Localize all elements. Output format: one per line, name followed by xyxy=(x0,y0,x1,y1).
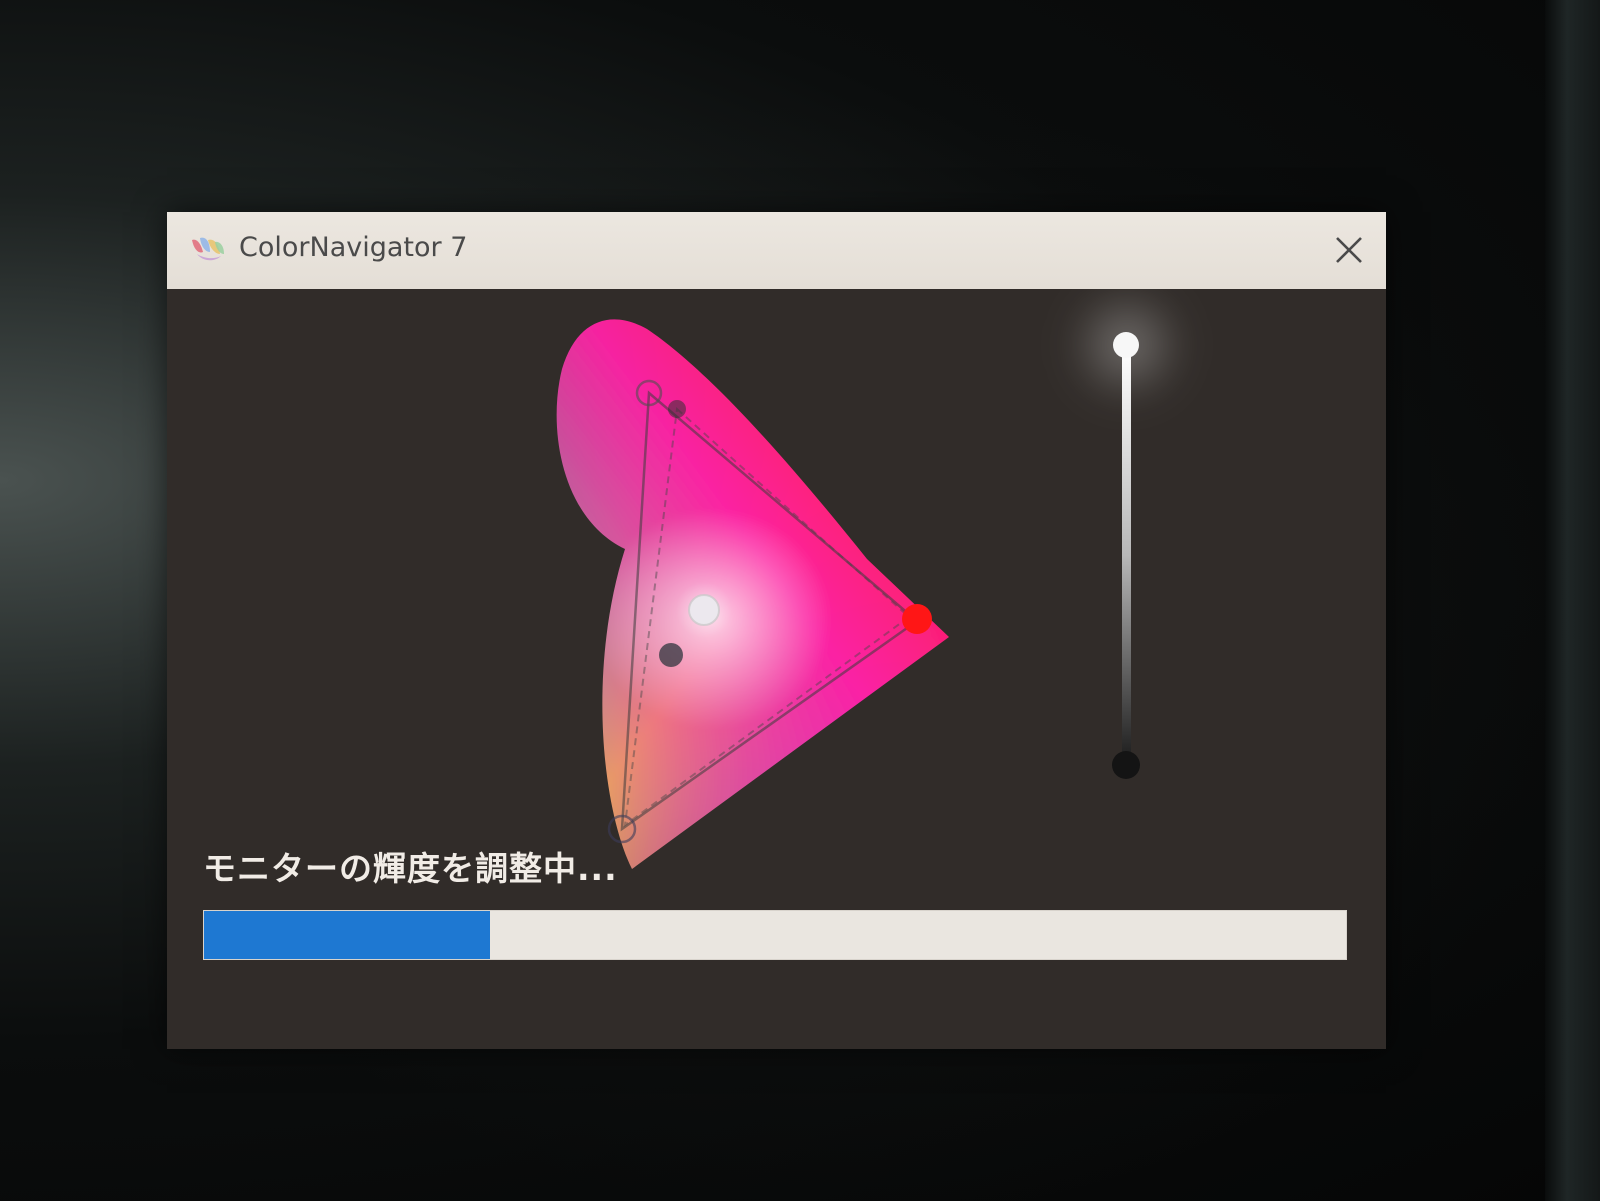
colornavigator-app-icon xyxy=(192,237,224,261)
status-text: モニターの輝度を調整中... xyxy=(203,849,618,888)
luminance-min-marker xyxy=(1112,751,1140,779)
cie-chromaticity-diagram xyxy=(556,319,949,870)
green-target-marker xyxy=(668,400,686,418)
luminance-indicator xyxy=(1067,289,1187,779)
white-point-marker xyxy=(688,594,720,626)
red-primary-marker xyxy=(902,604,932,634)
luminance-max-marker xyxy=(1113,332,1139,358)
measured-point-marker xyxy=(659,643,683,667)
close-icon xyxy=(1336,237,1362,263)
close-button[interactable] xyxy=(1329,230,1369,270)
monitor-bezel xyxy=(1545,0,1600,1201)
progress-bar-fill xyxy=(204,911,490,959)
app-window: ColorNavigator 7 モニターの輝度を調整中... xyxy=(167,212,1386,1049)
progress-bar xyxy=(203,910,1347,960)
title-bar: ColorNavigator 7 xyxy=(167,212,1386,289)
window-title: ColorNavigator 7 xyxy=(239,232,468,263)
